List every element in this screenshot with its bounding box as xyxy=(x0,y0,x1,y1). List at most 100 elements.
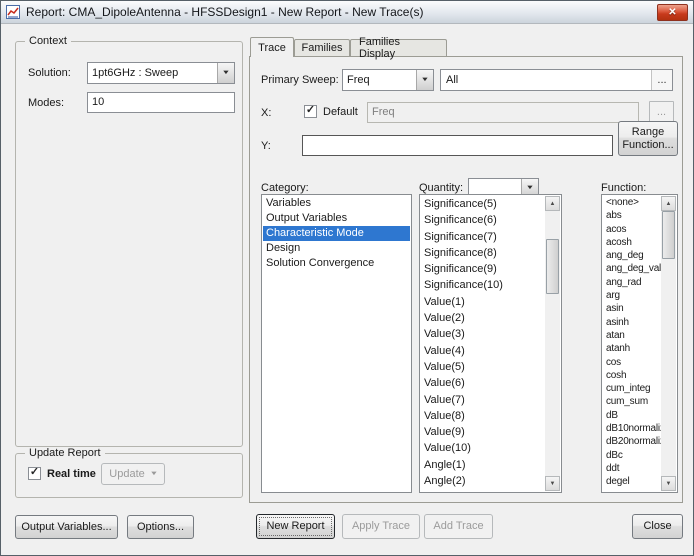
range-function-button[interactable]: Range Function... xyxy=(618,121,678,156)
scroll-down-icon[interactable]: ▼ xyxy=(545,476,560,491)
apply-trace-button[interactable]: Apply Trace xyxy=(342,514,420,539)
list-item[interactable]: Value(2) xyxy=(421,310,545,326)
function-scrollbar[interactable]: ▲ ▼ xyxy=(661,196,676,491)
dropdown-arrow-glyph: ▼ xyxy=(421,77,430,83)
list-item[interactable]: <none> xyxy=(603,196,661,209)
sweep-range-field[interactable]: All ... xyxy=(440,69,673,91)
scrollbar-thumb[interactable] xyxy=(546,239,559,294)
list-item[interactable]: asin xyxy=(603,302,661,315)
list-item[interactable]: Angle(1) xyxy=(421,457,545,473)
list-item[interactable]: dB xyxy=(603,409,661,422)
list-item[interactable]: cos xyxy=(603,356,661,369)
check-icon: ✓ xyxy=(30,467,39,478)
function-list[interactable]: <none>absacosacoshang_degang_deg_valang_… xyxy=(601,194,678,493)
primary-sweep-label: Primary Sweep: xyxy=(261,74,339,86)
solution-value: 1pt6GHz : Sweep xyxy=(88,67,217,79)
close-button[interactable]: Close xyxy=(632,514,683,539)
list-item[interactable]: Value(4) xyxy=(421,343,545,359)
modes-label: Modes: xyxy=(28,97,64,109)
update-button-label: Update xyxy=(109,468,144,481)
list-item[interactable]: acos xyxy=(603,223,661,236)
solution-dropdown[interactable]: 1pt6GHz : Sweep ▼ xyxy=(87,62,235,84)
options-button[interactable]: Options... xyxy=(127,515,194,539)
list-item[interactable]: ddt xyxy=(603,462,661,475)
list-item[interactable]: cum_sum xyxy=(603,395,661,408)
update-button[interactable]: Update ▼ xyxy=(101,463,165,485)
quantity-scrollbar[interactable]: ▲ ▼ xyxy=(545,196,560,491)
sweep-range-value: All xyxy=(446,74,458,86)
scrollbar-track[interactable] xyxy=(661,211,676,476)
report-dialog: Report: CMA_DipoleAntenna - HFSSDesign1 … xyxy=(0,0,694,556)
scrollbar-thumb[interactable] xyxy=(662,211,675,259)
y-label: Y: xyxy=(261,140,271,152)
list-item[interactable]: Value(10) xyxy=(421,440,545,456)
list-item[interactable]: cosh xyxy=(603,369,661,382)
category-list[interactable]: VariablesOutput VariablesCharacteristic … xyxy=(261,194,412,493)
real-time-label: Real time xyxy=(47,468,96,480)
list-item[interactable]: Significance(8) xyxy=(421,245,545,261)
x-browse-button[interactable]: ... xyxy=(649,101,674,123)
modes-input[interactable]: 10 xyxy=(87,92,235,113)
scrollbar-track[interactable] xyxy=(545,211,560,476)
quantity-list[interactable]: Significance(5)Significance(6)Significan… xyxy=(419,194,562,493)
list-item[interactable]: Significance(6) xyxy=(421,212,545,228)
list-item[interactable]: Value(7) xyxy=(421,392,545,408)
scroll-up-icon[interactable]: ▲ xyxy=(661,196,676,211)
primary-sweep-dropdown[interactable]: Freq ▼ xyxy=(342,69,434,91)
list-item[interactable]: dB20normalize xyxy=(603,435,661,448)
tab-trace[interactable]: Trace xyxy=(250,37,294,57)
list-item[interactable]: Significance(9) xyxy=(421,261,545,277)
add-trace-button[interactable]: Add Trace xyxy=(424,514,493,539)
context-group-label: Context xyxy=(25,35,71,47)
x-value-field[interactable]: Freq xyxy=(367,102,639,123)
sweep-range-browse-button[interactable]: ... xyxy=(651,70,672,90)
list-item[interactable]: acosh xyxy=(603,236,661,249)
list-item[interactable]: ang_deg_val xyxy=(603,262,661,275)
list-item[interactable]: Significance(5) xyxy=(421,196,545,212)
list-item[interactable]: abs xyxy=(603,209,661,222)
window-title: Report: CMA_DipoleAntenna - HFSSDesign1 … xyxy=(26,5,423,19)
list-item[interactable]: degel xyxy=(603,475,661,488)
primary-sweep-value: Freq xyxy=(343,74,416,86)
close-icon[interactable]: ✕ xyxy=(657,4,688,21)
chevron-down-icon: ▼ xyxy=(149,471,158,477)
chevron-down-icon[interactable]: ▼ xyxy=(416,70,433,90)
list-item[interactable]: Significance(7) xyxy=(421,229,545,245)
new-report-button[interactable]: New Report xyxy=(256,514,335,539)
scroll-down-icon[interactable]: ▼ xyxy=(661,476,676,491)
output-variables-button[interactable]: Output Variables... xyxy=(15,515,118,539)
x-default-checkbox[interactable]: ✓ xyxy=(304,105,317,118)
y-value-input[interactable] xyxy=(302,135,613,156)
scroll-up-icon[interactable]: ▲ xyxy=(545,196,560,211)
real-time-checkbox[interactable]: ✓ xyxy=(28,467,41,480)
check-icon: ✓ xyxy=(306,105,315,116)
list-item[interactable]: Variables xyxy=(263,196,410,211)
list-item[interactable]: Value(3) xyxy=(421,326,545,342)
tab-families-display[interactable]: Families Display xyxy=(350,39,447,56)
list-item[interactable]: Characteristic Mode xyxy=(263,226,410,241)
list-item[interactable]: arg xyxy=(603,289,661,302)
list-item[interactable]: Angle(2) xyxy=(421,473,545,489)
list-item[interactable]: ang_rad xyxy=(603,276,661,289)
list-item[interactable]: Value(1) xyxy=(421,294,545,310)
list-item[interactable]: cum_integ xyxy=(603,382,661,395)
list-item[interactable]: Output Variables xyxy=(263,211,410,226)
chevron-down-icon[interactable]: ▼ xyxy=(217,63,234,83)
category-list-items: VariablesOutput VariablesCharacteristic … xyxy=(263,196,410,491)
tab-families[interactable]: Families xyxy=(294,39,350,56)
list-item[interactable]: ang_deg xyxy=(603,249,661,262)
list-item[interactable]: dB10normalize xyxy=(603,422,661,435)
list-item[interactable]: Value(5) xyxy=(421,359,545,375)
list-item[interactable]: Value(6) xyxy=(421,375,545,391)
list-item[interactable]: asinh xyxy=(603,316,661,329)
update-report-group-label: Update Report xyxy=(25,447,105,459)
list-item[interactable]: Design xyxy=(263,241,410,256)
list-item[interactable]: Value(9) xyxy=(421,424,545,440)
list-item[interactable]: Significance(10) xyxy=(421,277,545,293)
quantity-label: Quantity: xyxy=(419,182,463,194)
list-item[interactable]: atanh xyxy=(603,342,661,355)
list-item[interactable]: Solution Convergence xyxy=(263,256,410,271)
list-item[interactable]: Value(8) xyxy=(421,408,545,424)
list-item[interactable]: atan xyxy=(603,329,661,342)
list-item[interactable]: dBc xyxy=(603,449,661,462)
